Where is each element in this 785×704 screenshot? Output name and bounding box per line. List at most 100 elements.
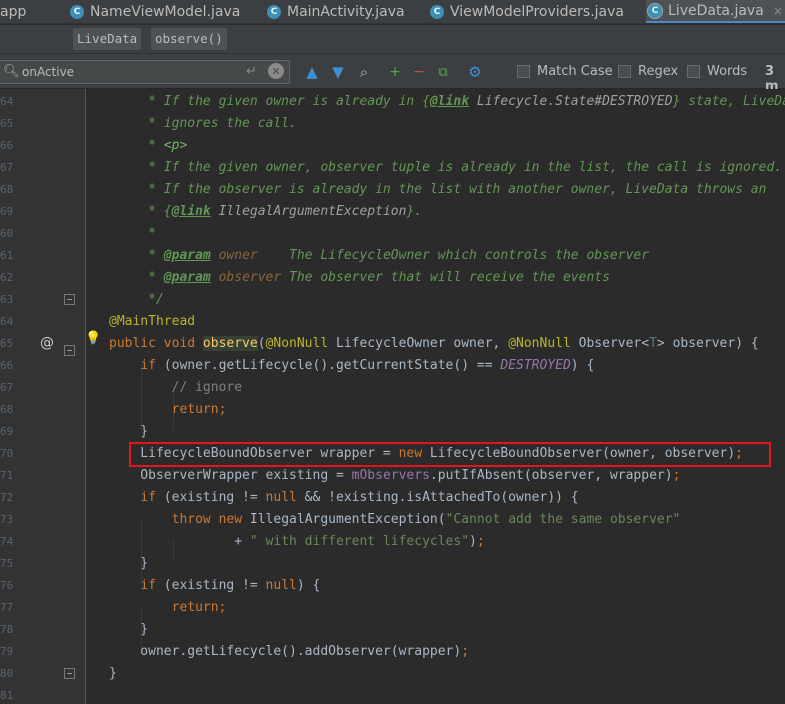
code-token: } state, LiveData bbox=[672, 94, 785, 109]
code-token: IllegalArgumentException bbox=[210, 204, 407, 219]
previous-occurrence-icon[interactable]: ▲ bbox=[303, 63, 321, 81]
clear-search-icon[interactable]: ✕ bbox=[268, 63, 284, 79]
line-number: 81 bbox=[0, 689, 14, 702]
words-checkbox[interactable] bbox=[687, 65, 700, 78]
filter-settings-icon[interactable]: ⚙ bbox=[466, 63, 484, 81]
select-all-occurrences-icon[interactable]: ⧉ bbox=[434, 63, 452, 81]
search-icon[interactable]: 🔍︎ bbox=[3, 64, 20, 79]
code-line[interactable]: * @param owner The LifecycleOwner which … bbox=[109, 245, 649, 267]
code-line[interactable]: if (existing != null && !existing.isAtta… bbox=[109, 487, 578, 509]
tab-nameviewmodel-java[interactable]: C NameViewModel.java bbox=[68, 0, 248, 23]
next-occurrence-icon[interactable]: ▼ bbox=[329, 63, 347, 81]
line-number: 79 bbox=[0, 645, 14, 658]
code-line[interactable]: if (owner.getLifecycle().getCurrentState… bbox=[109, 355, 594, 377]
newline-icon[interactable]: ↵ bbox=[246, 64, 257, 79]
code-token: new bbox=[398, 446, 423, 461]
code-token: LifecycleBoundObserver wrapper = bbox=[109, 446, 399, 461]
line-number: 66 bbox=[0, 359, 14, 372]
overrides-marker-icon[interactable]: @ bbox=[40, 335, 54, 351]
line-number: 66 bbox=[0, 139, 14, 152]
match-case-checkbox[interactable] bbox=[517, 65, 530, 78]
code-line[interactable]: } bbox=[109, 663, 117, 685]
line-number: 64 bbox=[0, 315, 14, 328]
code-line[interactable]: LifecycleBoundObserver wrapper = new Lif… bbox=[109, 443, 743, 465]
code-line[interactable]: // ignore bbox=[109, 377, 242, 399]
code-token: ) { bbox=[570, 358, 595, 373]
code-token: ; bbox=[461, 644, 470, 659]
code-line[interactable]: owner.getLifecycle().addObserver(wrapper… bbox=[109, 641, 469, 663]
code-line[interactable]: ObserverWrapper existing = mObservers.pu… bbox=[109, 465, 680, 487]
code-line[interactable]: * If the given owner is already in {@lin… bbox=[109, 91, 785, 113]
code-line[interactable]: return; bbox=[109, 597, 227, 619]
class-icon: C bbox=[70, 5, 84, 19]
code-line[interactable]: if (existing != null) { bbox=[109, 575, 320, 597]
code-token: @NonNull bbox=[265, 336, 329, 351]
code-line[interactable]: } bbox=[109, 421, 148, 443]
code-token: */ bbox=[109, 292, 164, 307]
code-token: observe bbox=[202, 336, 258, 351]
code-token: * bbox=[109, 248, 164, 263]
code-line[interactable]: return; bbox=[109, 399, 227, 421]
tab-label: NameViewModel.java bbox=[90, 4, 241, 20]
fold-marker[interactable] bbox=[64, 345, 75, 356]
code-token: T bbox=[649, 336, 657, 351]
code-line[interactable]: + " with different lifecycles"); bbox=[109, 531, 484, 553]
code-line[interactable]: * {@link IllegalArgumentException}. bbox=[109, 201, 422, 223]
search-input[interactable] bbox=[22, 63, 242, 81]
intention-bulb-icon[interactable]: 💡 bbox=[85, 331, 101, 346]
code-token: "Cannot add the same observer" bbox=[445, 512, 681, 527]
tab-livedata-java[interactable]: C LiveData.java × bbox=[646, 0, 785, 23]
tab-viewmodelproviders-java[interactable]: C ViewModelProviders.java bbox=[428, 0, 632, 23]
code-line[interactable]: * If the observer is already in the list… bbox=[109, 179, 766, 201]
code-token: Observer< bbox=[570, 336, 650, 351]
line-number: 67 bbox=[0, 161, 14, 174]
code-line[interactable]: * bbox=[109, 223, 156, 245]
code-token: } bbox=[109, 622, 149, 637]
close-tab-icon[interactable]: × bbox=[773, 4, 783, 18]
line-number: 68 bbox=[0, 403, 14, 416]
code-line[interactable]: * ignores the call. bbox=[109, 113, 297, 135]
code-token: * bbox=[109, 138, 164, 153]
code-token: @link bbox=[171, 204, 211, 219]
code-token: return; bbox=[171, 600, 227, 615]
code-token: ObserverWrapper existing = bbox=[109, 468, 352, 483]
code-token: IllegalArgumentException( bbox=[242, 512, 446, 527]
fold-marker[interactable] bbox=[64, 668, 75, 679]
line-number: 75 bbox=[0, 557, 14, 570]
code-line[interactable]: } bbox=[109, 553, 148, 575]
code-token: mObservers bbox=[351, 468, 430, 483]
code-line[interactable]: public void observe(@NonNull LifecycleOw… bbox=[109, 333, 759, 355]
code-token: return; bbox=[171, 402, 227, 417]
line-number: 62 bbox=[0, 271, 14, 284]
fold-marker[interactable] bbox=[64, 294, 75, 305]
code-line[interactable]: * If the given owner, observer tuple is … bbox=[109, 157, 782, 179]
tab-mainactivity-java[interactable]: C MainActivity.java bbox=[265, 0, 413, 23]
code-token: { bbox=[422, 94, 430, 109]
code-token: @param bbox=[163, 248, 211, 263]
tab-label: LiveData.java bbox=[668, 2, 764, 19]
code-line[interactable]: * @param observer The observer that will… bbox=[109, 267, 610, 289]
line-number: 64 bbox=[0, 95, 14, 108]
code-token: * { bbox=[109, 204, 172, 219]
line-number: 72 bbox=[0, 491, 14, 504]
code-line[interactable]: @MainThread bbox=[109, 311, 195, 333]
code-editor[interactable]: 64 65 66 67 68 69 60 61 62 63 64 65 66 67 68 69 70 71 72 73… bbox=[0, 89, 785, 704]
add-occurrence-icon[interactable]: + bbox=[386, 63, 404, 81]
find-all-icon[interactable]: ⌕ bbox=[355, 63, 373, 81]
code-token: > observer) { bbox=[656, 336, 759, 351]
breadcrumb-item[interactable]: observe() bbox=[151, 28, 227, 50]
breadcrumb-item[interactable]: LiveData bbox=[73, 28, 142, 50]
search-box: 🔍︎ ↵ ✕ bbox=[0, 60, 290, 84]
code-line[interactable]: throw new IllegalArgumentException("Cann… bbox=[109, 509, 681, 531]
line-number: 69 bbox=[0, 205, 14, 218]
code-line[interactable]: */ bbox=[109, 289, 164, 311]
remove-occurrence-icon[interactable]: − bbox=[410, 63, 428, 81]
code-line[interactable]: * <p> bbox=[109, 135, 187, 157]
tab-app[interactable]: app bbox=[0, 0, 34, 23]
code-line[interactable]: } bbox=[109, 619, 148, 641]
code-token: The LifecycleOwner which controls the ob… bbox=[257, 248, 650, 263]
regex-checkbox[interactable] bbox=[618, 65, 631, 78]
